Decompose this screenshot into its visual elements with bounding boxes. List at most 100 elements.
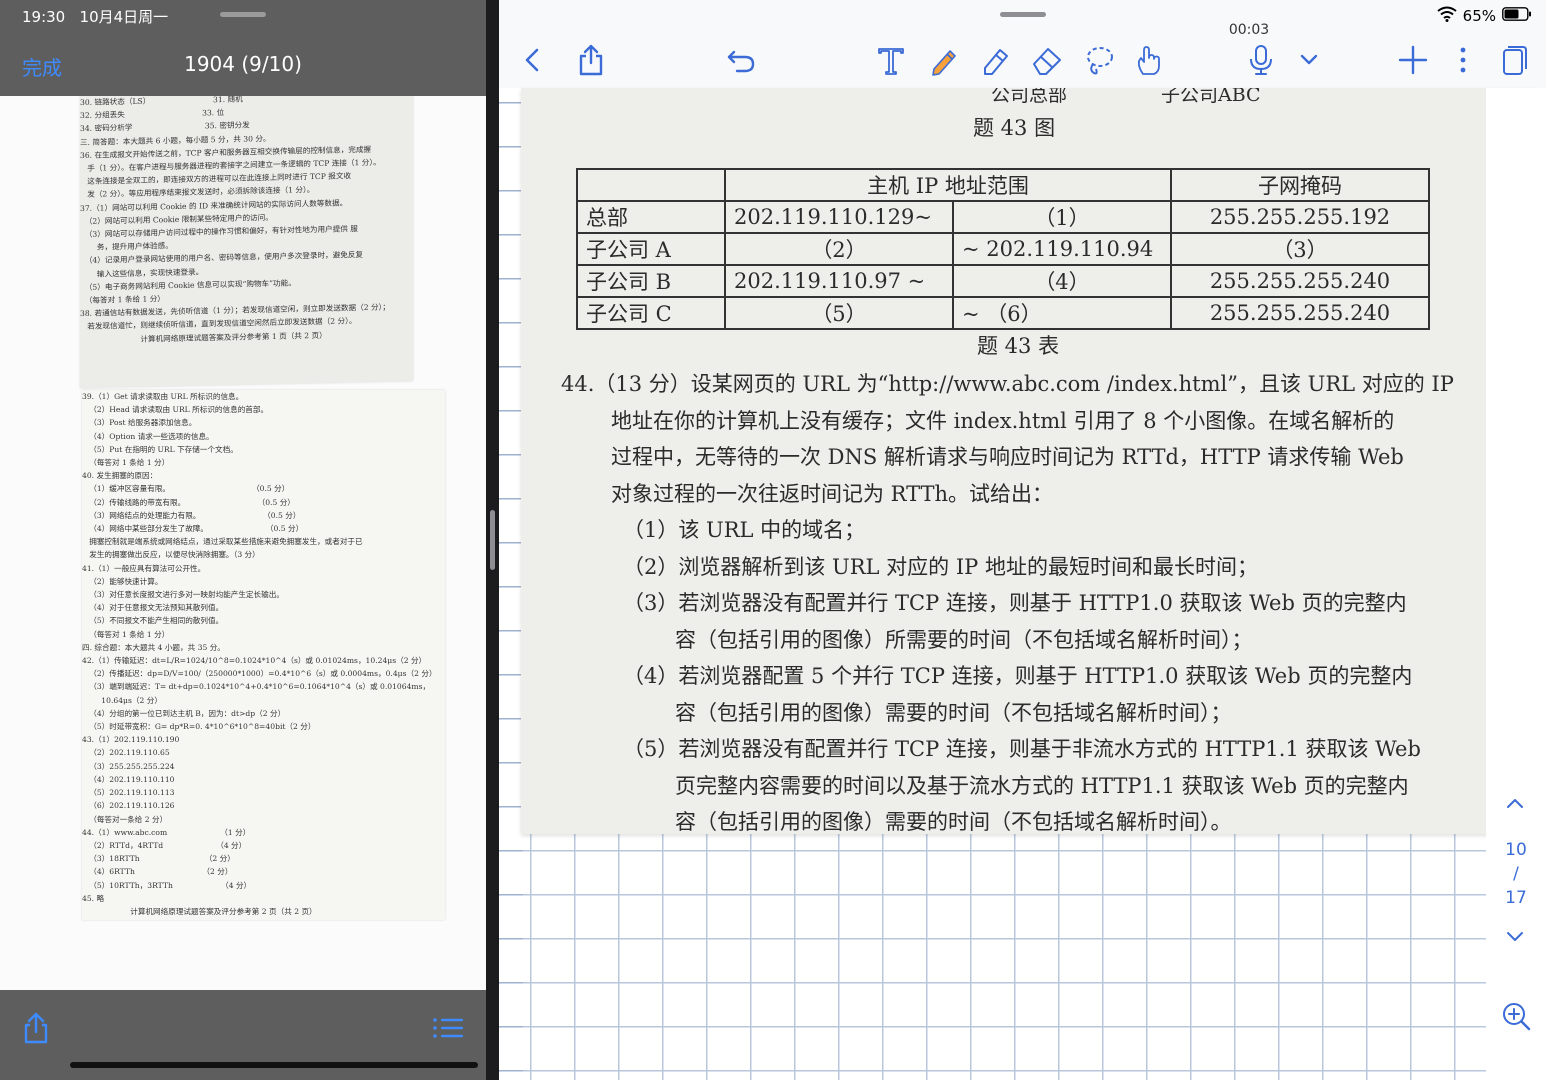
scan-text-line: 40. 发生拥塞的原因：	[82, 471, 158, 481]
page-navigator: 10 / 17	[1486, 88, 1546, 1080]
table-row: 总部 202.119.110.129~ （1） 255.255.255.192	[576, 200, 1430, 234]
table-row: 子公司 B 202.119.110.97 ~ （4） 255.255.255.2…	[576, 264, 1430, 298]
question-line: （3）若浏览器没有配置并行 TCP 连接，则基于 HTTP1.0 获取该 Web…	[623, 591, 1407, 615]
row-range-to: ~ （6）	[952, 296, 1172, 330]
question-line: 容（包括引用的图像）需要的时间（不包括域名解析时间）；	[675, 700, 1232, 725]
row-name: 子公司 B	[576, 264, 726, 298]
chevron-down-icon[interactable]	[1500, 922, 1530, 952]
home-indicator[interactable]	[70, 1062, 478, 1068]
microphone-icon[interactable]	[1239, 38, 1283, 82]
viewer-top-bar: 19:30 10月4日周一 完成 1904 (9/10)	[0, 0, 486, 96]
scan-text-line: （每答对一条给 2 分）	[82, 814, 168, 824]
scan-text-line: （1）缓冲区容量有限。 （0.5 分）	[82, 484, 290, 494]
scan-text-line: （4）分组的第一位已到达主机 B，因为：dt>dp（2 分）	[82, 708, 286, 718]
row-name: 子公司 C	[576, 296, 726, 330]
figure-label-abc: 子公司ABC	[1161, 88, 1261, 106]
recording-timer: 00:03	[1228, 22, 1270, 38]
pen-icon[interactable]	[921, 38, 965, 82]
scan-text-line: （3）18RTTh （2 分）	[82, 854, 235, 864]
zoom-in-icon[interactable]	[1486, 988, 1546, 1044]
split-view-divider[interactable]	[486, 0, 499, 1080]
figure-label-hq: 公司总部	[991, 88, 1068, 106]
eraser-icon[interactable]	[1025, 38, 1069, 82]
table-row: 子公司 A （2） ~ 202.119.110.94 （3）	[576, 232, 1430, 266]
notes-toolbar: 00:03 65%	[499, 0, 1546, 89]
more-icon[interactable]	[1441, 38, 1485, 82]
scan-text-line: （5）时延带宽积：G= dp*R=0. 4*10^6*10^8=40bit（2 …	[82, 722, 316, 732]
hand-touch-icon[interactable]	[1127, 38, 1171, 82]
table-header-cell	[576, 168, 726, 202]
scan-text-line: （2）Head 请求读取由 URL 所标识的信息的首部。	[82, 405, 269, 415]
question-line: （5）若浏览器没有配置并行 TCP 连接，则基于非流水方式的 HTTP1.1 获…	[623, 737, 1421, 761]
scan-text-line: （5）不同报文不能产生相同的散列值。	[82, 616, 224, 626]
row-mask: 255.255.255.192	[1170, 200, 1430, 234]
scan-text-line: （2）传播延迟：dp=D/V=100/（250000*1000）=0.4*10^…	[82, 669, 437, 679]
undo-icon[interactable]	[719, 38, 763, 82]
lasso-icon[interactable]	[1077, 38, 1121, 82]
question-line: 页完整内容需要的时间以及基于流水方式的 HTTP1.1 获取该 Web 页的完整…	[675, 773, 1409, 798]
question-line: （1）该 URL 中的域名；	[623, 518, 866, 542]
wifi-icon	[1437, 6, 1457, 26]
scan-text-line: （2）202.119.110.65	[82, 748, 170, 758]
table-header-cell: 主机 IP 地址范围	[724, 168, 1172, 202]
row-name: 总部	[576, 200, 726, 234]
scan-text-line: （5）202.119.110.113	[82, 788, 175, 798]
question-line: （4）若浏览器配置 5 个并行 TCP 连接，则基于 HTTP1.0 获取该 W…	[623, 664, 1413, 688]
chevron-up-icon[interactable]	[1500, 788, 1530, 818]
row-mask: 255.255.255.240	[1170, 296, 1430, 330]
scan-page-2: 39.（1）Get 请求读取由 URL 所标识的信息。 （2）Head 请求读取…	[82, 390, 445, 920]
scan-text-line: （4）对于任意报文无法预知其散列值。	[82, 603, 224, 613]
divider-handle[interactable]	[490, 510, 495, 570]
document-page-area[interactable]: 30. 链路状态（LS） 31. 随机 32. 分组丢失 33. 位 34. 密码分…	[0, 96, 486, 990]
scan-text-line: （5）10RTTh，3RTTh （4 分）	[82, 880, 252, 890]
total-pages: 17	[1505, 888, 1527, 908]
plus-icon[interactable]	[1391, 38, 1435, 82]
status-time: 19:30	[22, 8, 66, 26]
list-icon[interactable]	[430, 1010, 466, 1046]
scan-text-line: 拥塞控制就是端系统或网络结点，通过采取某些措施来避免拥塞发生，或者对于已	[82, 537, 363, 547]
scan-text-line: 39.（1）Get 请求读取由 URL 所标识的信息。	[82, 392, 244, 401]
scan-text-line: （4）202.119.110.110	[82, 774, 175, 784]
question-44: 44.（13 分）设某网页的 URL 为“http://www.abc.com …	[561, 366, 1481, 834]
question-line: 容（包括引用的图像）所需要的时间（不包括域名解析时间）；	[675, 627, 1253, 652]
scan-text-line: 发生的拥塞做出反应，以便尽快消除拥塞。（3 分）	[82, 550, 260, 560]
pages-icon[interactable]	[1491, 38, 1535, 82]
ip-range-table: 主机 IP 地址范围 子网掩码 总部 202.119.110.129~ （1） …	[576, 168, 1430, 330]
table-row: 子公司 C （5） ~ （6） 255.255.255.240	[576, 296, 1430, 330]
multitask-grabber[interactable]	[1000, 12, 1046, 17]
row-range-to: ~ 202.119.110.94	[952, 232, 1172, 266]
scan-page-1: 30. 链路状态（LS） 31. 随机 32. 分组丢失 33. 位 34. 密码分…	[80, 96, 413, 388]
row-range-to: （4）	[952, 264, 1172, 298]
scan-text-line: （2）能够快速计算。	[82, 576, 163, 586]
page-indicator: 10 / 17	[1486, 838, 1546, 910]
table-caption: 题 43 表	[977, 334, 1060, 358]
scan-text-line: 10.64μs（2 分）	[82, 695, 162, 705]
question-line: 地址在你的计算机上没有缓存；文件 index.html 引用了 8 个小图像。在…	[611, 408, 1395, 433]
share-icon[interactable]	[569, 38, 613, 82]
question-line: 过程中，无等待的一次 DNS 解析请求与响应时间记为 RTTd，HTTP 请求传…	[611, 445, 1404, 469]
row-range-to: （1）	[952, 200, 1172, 234]
page-separator: /	[1513, 864, 1519, 884]
scan-text-line: （3）端到端延迟：T= dt+dp=0.1024*10^4+0.4*10^6=0…	[82, 682, 431, 692]
multitask-grabber[interactable]	[220, 12, 266, 17]
figure-caption: 题 43 图	[973, 116, 1056, 140]
question-line: 44.（13 分）设某网页的 URL 为“http://www.abc.com …	[561, 372, 1454, 396]
share-icon[interactable]	[18, 1010, 54, 1046]
row-mask: （3）	[1170, 232, 1430, 266]
question-line: 对象过程的一次往返时间记为 RTTh。试给出：	[611, 481, 1054, 506]
scan-text-line: 42.（1）传输延迟：dt=L/R=1024/10^8=0.1024*10^4（…	[82, 656, 427, 666]
scan-text-line: （每答对 1 条给 1 分）	[82, 629, 170, 639]
scan-text-line: 41.（1）一般应具有算法可公开性。	[82, 563, 206, 573]
scan-text-line: （4）6RTTh （2 分）	[82, 867, 233, 877]
inserted-exam-photo[interactable]: 公司总部 子公司ABC 题 43 图 主机 IP 地址范围 子网掩码 总部 20…	[521, 88, 1536, 834]
grid-margin-ticks	[499, 88, 523, 1080]
scan-text-line: （3）对任意长度报文进行多对一映射均能产生定长输出。	[82, 590, 284, 600]
text-tool-icon[interactable]	[869, 38, 913, 82]
chevron-down-icon[interactable]	[1287, 38, 1331, 82]
notes-app-pane: 00:03 65% 公司总部 子公司ABC 题 43 图 主机 IP 地址范围 …	[499, 0, 1546, 1080]
highlighter-icon[interactable]	[973, 38, 1017, 82]
scan-text-line: （每答对 1 条给 1 分）	[82, 458, 170, 468]
scan-text-line: （4）网络中某些部分发生了故障。 （0.5 分）	[82, 524, 304, 534]
scan-text-line: （3）网络结点的处理能力有限。 （0.5 分）	[82, 510, 301, 520]
chevron-left-icon[interactable]	[511, 38, 555, 82]
